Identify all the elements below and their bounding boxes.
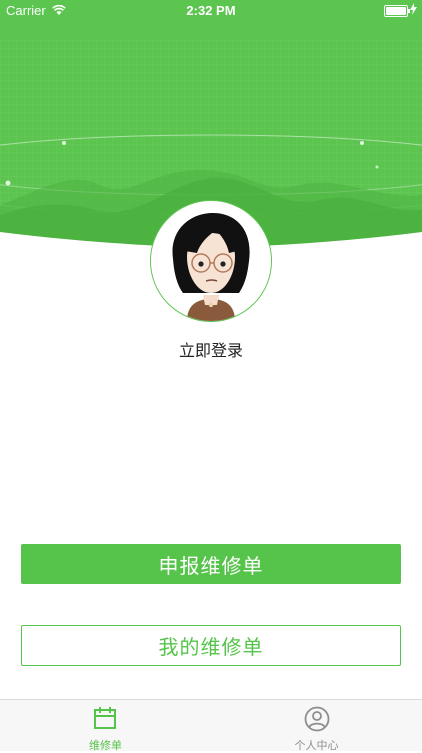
- report-repair-button[interactable]: 申报维修单: [21, 544, 401, 584]
- clock-time: 2:32 PM: [186, 3, 236, 18]
- avatar[interactable]: [150, 200, 272, 322]
- battery-icon: [384, 5, 410, 17]
- tab-personal-center-label: 个人中心: [294, 739, 339, 752]
- tab-repair-orders-label: 维修单: [89, 739, 122, 752]
- calendar-icon: [94, 707, 116, 729]
- tab-repair-orders[interactable]: 维修单: [0, 700, 211, 752]
- avatar-illustration: [151, 201, 271, 321]
- charging-bolt-icon: [410, 3, 417, 15]
- person-circle-icon: [304, 706, 330, 732]
- tab-bar: 维修单 个人中心: [0, 699, 422, 752]
- tab-personal-center[interactable]: 个人中心: [211, 700, 422, 752]
- my-repair-orders-button[interactable]: 我的维修单: [21, 625, 401, 666]
- login-link[interactable]: 立即登录: [0, 337, 422, 361]
- status-bar: Carrier 2:32 PM: [0, 0, 422, 22]
